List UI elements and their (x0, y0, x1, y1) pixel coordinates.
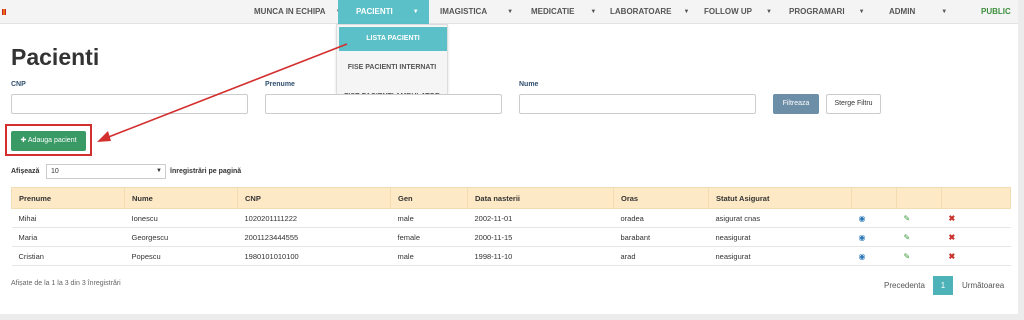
annotation-arrow (97, 43, 348, 142)
annotation-arrow-line (105, 43, 348, 139)
annotation-arrow-head (97, 131, 111, 142)
page: MUNCA IN ECHIPA▼ PACIENTI▼ IMAGISTICA▼ M… (0, 0, 1024, 320)
